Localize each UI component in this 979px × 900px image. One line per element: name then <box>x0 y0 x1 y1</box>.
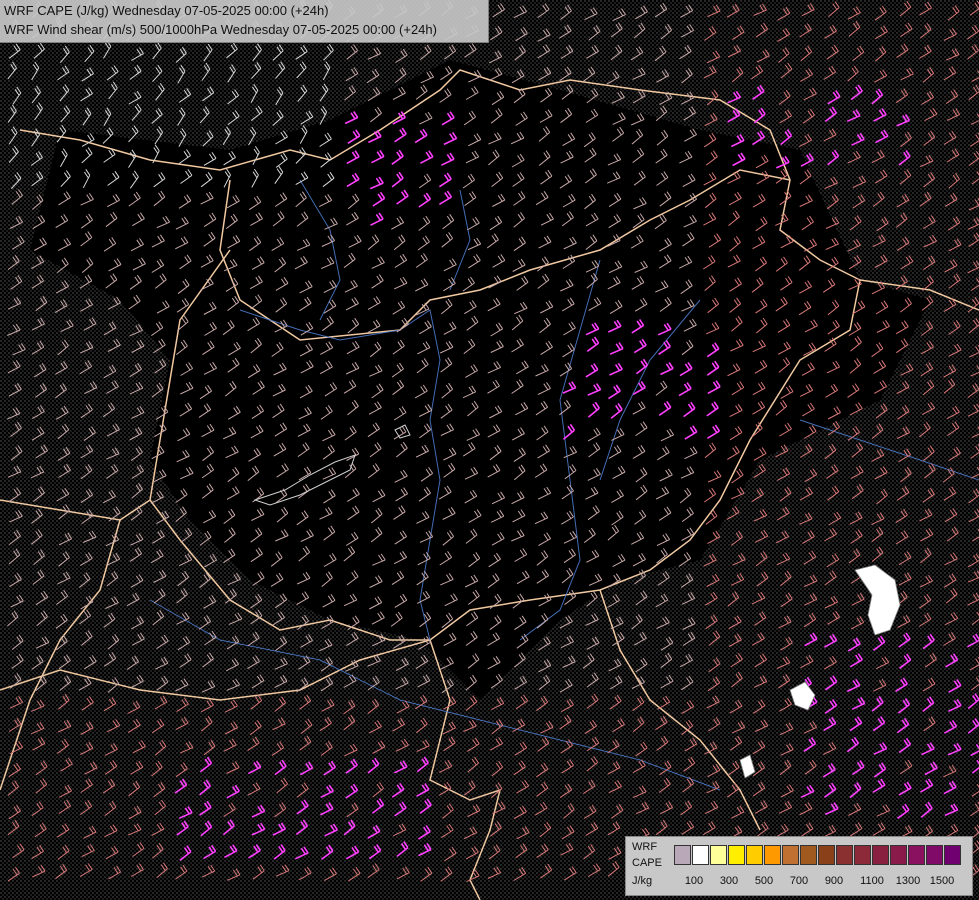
legend-swatch <box>782 845 799 865</box>
legend-tick-label: 1500 <box>929 875 955 887</box>
legend-swatch <box>728 845 745 865</box>
legend-unit-label: J/kg <box>632 875 653 887</box>
legend-swatch <box>872 845 889 865</box>
legend-tick-label: 100 <box>684 875 704 887</box>
legend-swatch <box>800 845 817 865</box>
legend-swatch <box>944 845 961 865</box>
wind-shear-title: WRF Wind shear (m/s) 500/1000hPa Wednesd… <box>4 22 437 37</box>
legend-tick-label: 700 <box>789 875 809 887</box>
legend-swatch <box>710 845 727 865</box>
legend-title-line: CAPE <box>632 857 662 869</box>
legend-swatch <box>746 845 763 865</box>
legend-tick-label: 300 <box>719 875 739 887</box>
legend-swatch <box>764 845 781 865</box>
cape-title: WRF CAPE (J/kg) Wednesday 07-05-2025 00:… <box>4 3 329 18</box>
legend-swatch <box>818 845 835 865</box>
legend-tick-label: 1100 <box>860 875 884 887</box>
legend-swatch <box>836 845 853 865</box>
legend-title-line: WRF <box>632 841 658 853</box>
map-title-box: WRF CAPE (J/kg) Wednesday 07-05-2025 00:… <box>0 0 489 43</box>
legend-tick-label: 900 <box>824 875 844 887</box>
legend-tick-label: 1300 <box>895 875 921 887</box>
legend-swatch <box>908 845 925 865</box>
legend-swatch <box>926 845 943 865</box>
cape-legend: WRF CAPE J/kg 100 300 500 700 900 1100 1… <box>625 836 973 896</box>
legend-swatch <box>692 845 709 865</box>
legend-tick-label: 500 <box>754 875 774 887</box>
legend-swatch <box>674 845 691 865</box>
legend-swatch <box>890 845 907 865</box>
weather-map <box>0 0 979 900</box>
legend-swatch <box>854 845 871 865</box>
